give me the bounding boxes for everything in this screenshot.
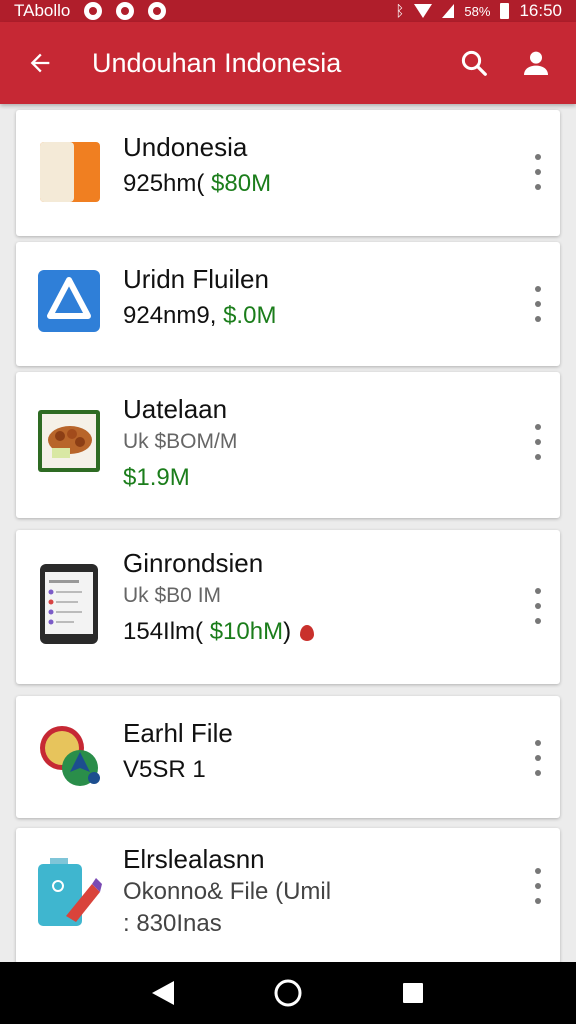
system-nav-bar <box>0 962 576 1024</box>
back-triangle-icon <box>151 981 174 1005</box>
app-bar: Undouhan Indonesia <box>0 22 576 104</box>
signal-icon <box>442 4 455 18</box>
home-nav-button[interactable] <box>268 973 308 1013</box>
battery-icon <box>500 3 510 19</box>
notification-icon <box>84 2 103 20</box>
phone-app-icon <box>40 564 98 644</box>
more-options-button[interactable] <box>530 736 546 780</box>
app-notification-icon <box>148 2 167 20</box>
map-app-icon <box>40 726 100 786</box>
person-icon <box>524 51 548 75</box>
rating-icon <box>299 624 314 641</box>
list-item[interactable]: Uridn Fluilen 924nm9, $.0M <box>16 242 560 366</box>
list-item[interactable]: Uatelaan Uk $BOM/M $1.9M <box>16 372 560 518</box>
back-nav-button[interactable] <box>143 973 183 1013</box>
search-button[interactable] <box>450 39 498 87</box>
message-icon <box>116 2 135 20</box>
more-options-button[interactable] <box>530 864 546 908</box>
arrow-back-icon <box>30 53 50 73</box>
wifi-icon <box>414 4 433 18</box>
list-item[interactable]: Ginrondsien Uk $B0 IM 154Ilm( $10hM) <box>16 530 560 684</box>
battery-app-icon <box>38 858 102 926</box>
search-icon <box>461 50 487 76</box>
back-button[interactable] <box>16 39 64 87</box>
item-title: Ginrondsien <box>123 548 264 578</box>
status-bar: TAbollo ᛒ 58% 16:50 <box>0 0 576 22</box>
list-item[interactable]: Elrslealasnn Okonno& File (Umil : 830Ina… <box>16 828 560 964</box>
item-subtitle: Uk $B0 IM <box>123 584 222 607</box>
document-app-icon <box>40 142 100 202</box>
more-options-button[interactable] <box>530 282 546 326</box>
clock: 16:50 <box>519 1 562 20</box>
more-options-button[interactable] <box>530 420 546 464</box>
list-item[interactable]: Undonesia 925hm( $80M <box>16 110 560 236</box>
recents-square-icon <box>403 983 424 1003</box>
item-size: : 830Inas <box>123 910 222 937</box>
item-price: $10hM <box>209 618 284 645</box>
item-title: Uatelaan <box>123 394 228 424</box>
item-price: $1.9M <box>123 464 190 491</box>
item-title: Uridn Fluilen <box>123 264 269 294</box>
home-circle-icon <box>274 979 302 1007</box>
account-button[interactable] <box>512 39 560 87</box>
item-price: $80M <box>211 170 272 197</box>
more-options-button[interactable] <box>530 150 546 194</box>
item-title: Elrslealasnn <box>123 844 265 874</box>
item-detail: Okonno& File (Umil <box>123 878 332 905</box>
page-title: Undouhan Indonesia <box>92 47 342 78</box>
list-item[interactable]: Earhl File V5SR 1 <box>16 696 560 818</box>
battery-percent: 58% <box>464 3 491 19</box>
item-title: Undonesia <box>123 132 248 162</box>
item-title: Earhl File <box>123 718 233 748</box>
triangle-app-icon <box>38 270 100 332</box>
item-subtitle: Uk $BOM/M <box>123 430 238 453</box>
item-detail: V5SR 1 <box>123 756 206 783</box>
more-options-button[interactable] <box>530 584 546 628</box>
carrier-label: TAbollo <box>14 1 71 20</box>
food-image-icon <box>38 410 100 472</box>
item-detail: 924nm9, $.0M <box>123 302 277 329</box>
item-detail: 925hm( $80M <box>123 170 272 197</box>
recents-nav-button[interactable] <box>393 973 433 1013</box>
item-price: $.0M <box>223 302 277 329</box>
bluetooth-icon: ᛒ <box>395 2 405 20</box>
item-detail: 154Ilm( $10hM) <box>123 616 500 648</box>
